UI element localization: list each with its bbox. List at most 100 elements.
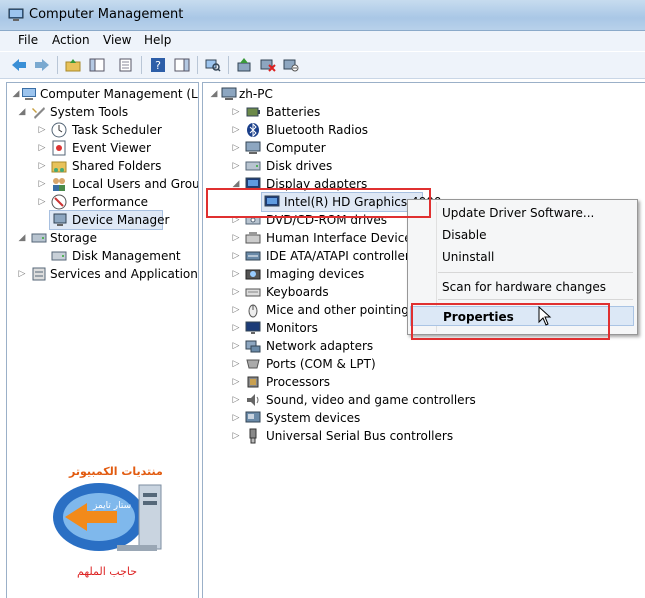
usb-icon bbox=[249, 428, 257, 444]
processor-icon bbox=[247, 376, 259, 388]
expand-arrow-icon[interactable]: ▷ bbox=[37, 157, 47, 175]
tree-item-task-scheduler[interactable]: ▷ Task Scheduler bbox=[37, 121, 197, 139]
forward-icon[interactable] bbox=[33, 56, 51, 74]
users-icon bbox=[53, 178, 65, 191]
expand-arrow-icon[interactable]: ▷ bbox=[17, 265, 27, 283]
device-category-ports[interactable]: ▷ Ports (COM & LPT) bbox=[231, 355, 481, 373]
computer-icon bbox=[221, 87, 237, 100]
tree-item-device-manager[interactable]: Device Manager bbox=[49, 210, 169, 230]
tree-item-performance[interactable]: ▷ Performance bbox=[37, 193, 197, 211]
expand-arrow-icon[interactable]: ▷ bbox=[231, 283, 241, 301]
expand-arrow-icon[interactable]: ▷ bbox=[231, 229, 241, 247]
back-icon[interactable] bbox=[10, 56, 28, 74]
tree-item-computer-management[interactable]: ◢ Computer Management (Local bbox=[11, 85, 198, 103]
menu-separator bbox=[438, 299, 633, 300]
tree-item-services[interactable]: ▷ Services and Applications bbox=[17, 265, 198, 283]
services-icon bbox=[32, 267, 46, 281]
tree-item-system-tools[interactable]: ◢ System Tools bbox=[17, 103, 192, 121]
battery-icon bbox=[246, 107, 260, 117]
camera-icon bbox=[245, 269, 261, 280]
ide-controller-icon bbox=[245, 251, 261, 261]
expand-arrow-icon[interactable]: ▷ bbox=[231, 103, 241, 121]
menu-item-disable[interactable]: Disable bbox=[410, 225, 634, 245]
clock-icon bbox=[51, 122, 67, 138]
show-hide-tree-icon[interactable] bbox=[88, 56, 106, 74]
port-icon bbox=[246, 359, 260, 369]
computer-icon bbox=[245, 141, 261, 154]
highlight-box-properties bbox=[411, 303, 610, 340]
menu-view[interactable]: View bbox=[103, 33, 131, 47]
speaker-icon bbox=[247, 394, 259, 406]
up-folder-icon[interactable] bbox=[64, 56, 82, 74]
expand-arrow-icon[interactable]: ▷ bbox=[231, 373, 241, 391]
scan-hardware-icon[interactable] bbox=[204, 56, 222, 74]
collapse-arrow-icon[interactable]: ◢ bbox=[17, 229, 27, 247]
expand-arrow-icon[interactable]: ▷ bbox=[231, 319, 241, 337]
device-category-usb[interactable]: ▷ Universal Serial Bus controllers bbox=[231, 427, 481, 445]
expand-arrow-icon[interactable]: ▷ bbox=[231, 337, 241, 355]
network-adapter-icon bbox=[245, 340, 261, 353]
tree-item-local-users[interactable]: ▷ Local Users and Groups bbox=[37, 175, 198, 193]
storage-icon bbox=[31, 233, 47, 243]
menu-bar: File Action View Help bbox=[0, 31, 645, 51]
menu-item-update-driver[interactable]: Update Driver Software... bbox=[410, 203, 634, 223]
expand-arrow-icon[interactable]: ▷ bbox=[231, 391, 241, 409]
window-title: Computer Management bbox=[29, 7, 184, 22]
device-category-processors[interactable]: ▷ Processors bbox=[231, 373, 481, 391]
expand-arrow-icon[interactable]: ▷ bbox=[231, 409, 241, 427]
menu-file[interactable]: File bbox=[18, 33, 38, 47]
computer-management-icon bbox=[8, 8, 24, 21]
expand-arrow-icon[interactable]: ▷ bbox=[37, 193, 47, 211]
tools-icon bbox=[32, 107, 45, 119]
collapse-arrow-icon[interactable]: ◢ bbox=[17, 103, 27, 121]
window-title-bar: Computer Management bbox=[0, 0, 645, 31]
collapse-arrow-icon[interactable]: ◢ bbox=[11, 85, 21, 103]
shared-folder-icon bbox=[51, 161, 67, 173]
device-category-disk-drives[interactable]: ▷ Disk drives bbox=[231, 157, 481, 175]
menu-separator bbox=[438, 272, 633, 273]
monitor-icon bbox=[245, 321, 261, 334]
device-category-system-devices[interactable]: ▷ System devices bbox=[231, 409, 481, 427]
disable-device-icon[interactable] bbox=[282, 56, 300, 74]
expand-arrow-icon[interactable]: ▷ bbox=[231, 139, 241, 157]
menu-item-uninstall[interactable]: Uninstall bbox=[410, 247, 634, 267]
expand-arrow-icon[interactable]: ▷ bbox=[231, 301, 241, 319]
expand-arrow-icon[interactable]: ▷ bbox=[37, 139, 47, 157]
export-list-icon[interactable] bbox=[117, 56, 135, 74]
expand-arrow-icon[interactable]: ▷ bbox=[231, 355, 241, 373]
show-action-pane-icon[interactable] bbox=[173, 56, 191, 74]
mouse-icon bbox=[248, 304, 258, 318]
tree-item-event-viewer[interactable]: ▷ Event Viewer bbox=[37, 139, 197, 157]
menu-help[interactable]: Help bbox=[144, 33, 171, 47]
highlight-box-intel-hd bbox=[206, 188, 431, 218]
expand-arrow-icon[interactable]: ▷ bbox=[231, 247, 241, 265]
console-tree-pane: ◢ Computer Management (Local ◢ System To… bbox=[6, 82, 199, 598]
keyboard-icon bbox=[245, 288, 261, 297]
device-tree-pane: ◢ zh-PC ▷ Batteries ▷ Bluetooth Radios ▷… bbox=[202, 82, 645, 598]
device-category-batteries[interactable]: ▷ Batteries bbox=[231, 103, 481, 121]
expand-arrow-icon[interactable]: ▷ bbox=[231, 427, 241, 445]
system-device-icon bbox=[245, 411, 261, 423]
device-tree-root[interactable]: ◢ zh-PC bbox=[209, 85, 409, 103]
device-category-sound[interactable]: ▷ Sound, video and game controllers bbox=[231, 391, 491, 409]
bluetooth-icon bbox=[247, 122, 259, 138]
toolbar: ? bbox=[0, 52, 645, 79]
expand-arrow-icon[interactable]: ▷ bbox=[231, 265, 241, 283]
tree-item-shared-folders[interactable]: ▷ Shared Folders bbox=[37, 157, 197, 175]
expand-arrow-icon[interactable]: ▷ bbox=[231, 157, 241, 175]
menu-item-scan-hardware[interactable]: Scan for hardware changes bbox=[410, 277, 634, 297]
expand-arrow-icon[interactable]: ▷ bbox=[37, 121, 47, 139]
update-driver-icon[interactable] bbox=[235, 56, 253, 74]
expand-arrow-icon[interactable]: ▷ bbox=[37, 175, 47, 193]
tree-item-storage[interactable]: ◢ Storage bbox=[17, 229, 192, 247]
menu-action[interactable]: Action bbox=[52, 33, 90, 47]
expand-arrow-icon[interactable]: ▷ bbox=[231, 121, 241, 139]
uninstall-device-icon[interactable] bbox=[259, 56, 277, 74]
help-icon[interactable]: ? bbox=[149, 56, 167, 74]
tree-item-disk-management[interactable]: Disk Management bbox=[49, 247, 197, 265]
disk-drive-icon bbox=[245, 161, 261, 171]
device-category-computer[interactable]: ▷ Computer bbox=[231, 139, 481, 157]
forum-watermark-logo: منتديات الكمبيوتر ستار تايمز حاجب الملهم bbox=[47, 465, 177, 585]
collapse-arrow-icon[interactable]: ◢ bbox=[209, 85, 219, 103]
device-category-bluetooth[interactable]: ▷ Bluetooth Radios bbox=[231, 121, 481, 139]
